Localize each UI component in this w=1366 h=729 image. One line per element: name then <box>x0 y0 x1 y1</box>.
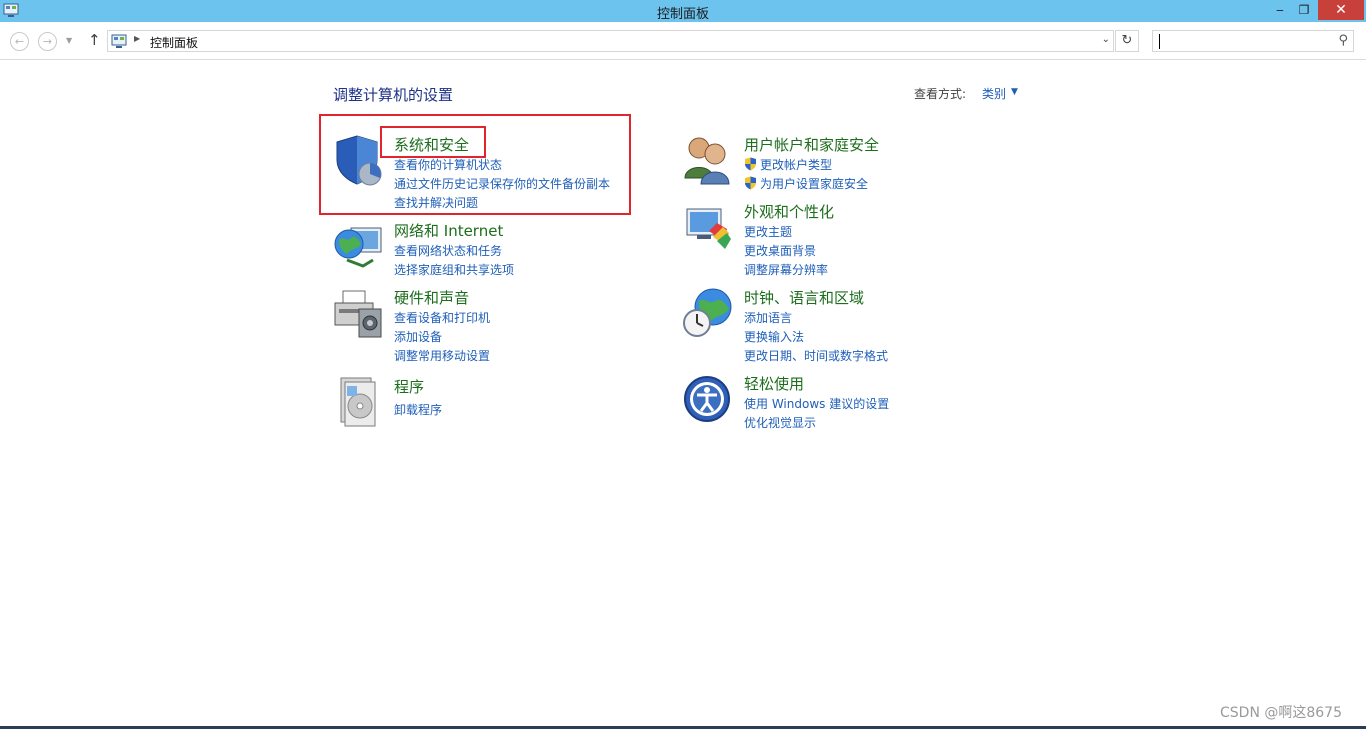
watermark: CSDN @啊这8675 <box>1220 705 1342 721</box>
category-title[interactable]: 用户帐户和家庭安全 <box>744 134 879 155</box>
link-add-language[interactable]: 添加语言 <box>744 309 792 326</box>
link-uninstall-program[interactable]: 卸载程序 <box>394 401 442 418</box>
page-title: 调整计算机的设置 <box>333 86 454 104</box>
link-change-account-type[interactable]: 更改帐户类型 <box>744 156 832 173</box>
up-button[interactable]: ↑ <box>88 31 101 49</box>
text-caret <box>1159 34 1160 49</box>
uac-shield-icon <box>745 157 756 171</box>
recent-locations-chevron-icon[interactable]: ▼ <box>66 36 72 45</box>
address-dropdown-chevron-icon[interactable]: ⌄ <box>1102 34 1110 45</box>
view-by-chevron-down-icon[interactable]: ▼ <box>1011 87 1018 97</box>
control-panel-icon <box>111 34 127 48</box>
title-bar: 控制面板 ‒ ❐ ✕ <box>0 0 1366 22</box>
close-button[interactable]: ✕ <box>1318 0 1364 20</box>
link-add-device[interactable]: 添加设备 <box>394 328 442 345</box>
refresh-button[interactable]: ↻ <box>1115 30 1139 52</box>
category-title[interactable]: 外观和个性化 <box>744 201 834 222</box>
link-label: 为用户设置家庭安全 <box>760 177 869 191</box>
link-recommended-settings[interactable]: 使用 Windows 建议的设置 <box>744 395 889 412</box>
forward-button[interactable]: → <box>38 32 57 51</box>
network-globe-icon[interactable] <box>333 220 383 272</box>
control-panel-window: 控制面板 ‒ ❐ ✕ ← → ▼ ↑ ▶ 控制面板 ⌄ ↻ ⚲ 调整计算机的设置… <box>0 0 1366 729</box>
window-title: 控制面板 <box>656 7 709 22</box>
link-homegroup-sharing[interactable]: 选择家庭组和共享选项 <box>394 261 514 278</box>
category-title[interactable]: 时钟、语言和区域 <box>744 287 864 308</box>
breadcrumb-separator-icon[interactable]: ▶ <box>134 34 140 43</box>
category-title[interactable]: 网络和 Internet <box>394 220 503 241</box>
link-optimize-visual-display[interactable]: 优化视觉显示 <box>744 414 816 431</box>
clock-globe-icon[interactable] <box>683 287 733 339</box>
ease-of-access-icon[interactable] <box>683 373 733 425</box>
programs-icon[interactable] <box>333 376 383 428</box>
back-button[interactable]: ← <box>10 32 29 51</box>
address-bar[interactable]: ▶ 控制面板 ⌄ <box>107 30 1114 52</box>
printer-icon[interactable] <box>333 287 383 339</box>
link-network-status[interactable]: 查看网络状态和任务 <box>394 242 502 259</box>
view-by-dropdown[interactable]: 类别 <box>982 85 1006 102</box>
users-icon[interactable] <box>683 134 733 186</box>
link-change-theme[interactable]: 更改主题 <box>744 223 792 240</box>
breadcrumb-control-panel[interactable]: 控制面板 <box>150 34 198 51</box>
link-label: 更改帐户类型 <box>760 158 833 172</box>
monitor-palette-icon[interactable] <box>683 201 733 253</box>
link-devices-printers[interactable]: 查看设备和打印机 <box>394 309 490 326</box>
view-by-label: 查看方式: <box>914 87 967 101</box>
link-date-time-format[interactable]: 更改日期、时间或数字格式 <box>744 347 888 364</box>
minimize-button[interactable]: ‒ <box>1267 0 1293 20</box>
link-family-safety[interactable]: 为用户设置家庭安全 <box>744 175 868 192</box>
search-icon[interactable]: ⚲ <box>1338 33 1348 48</box>
link-change-input-method[interactable]: 更换输入法 <box>744 328 804 345</box>
link-desktop-background[interactable]: 更改桌面背景 <box>744 242 816 259</box>
highlight-annotation-title <box>380 126 486 158</box>
navigation-bar: ← → ▼ ↑ ▶ 控制面板 ⌄ ↻ ⚲ <box>0 22 1366 60</box>
category-title[interactable]: 硬件和声音 <box>394 287 469 308</box>
link-mobility-settings[interactable]: 调整常用移动设置 <box>394 347 490 364</box>
link-screen-resolution[interactable]: 调整屏幕分辨率 <box>744 261 828 278</box>
category-title[interactable]: 程序 <box>394 376 424 397</box>
uac-shield-icon <box>745 176 756 190</box>
category-title[interactable]: 轻松使用 <box>744 373 804 394</box>
maximize-button[interactable]: ❐ <box>1291 0 1317 20</box>
search-input[interactable]: ⚲ <box>1152 30 1354 52</box>
